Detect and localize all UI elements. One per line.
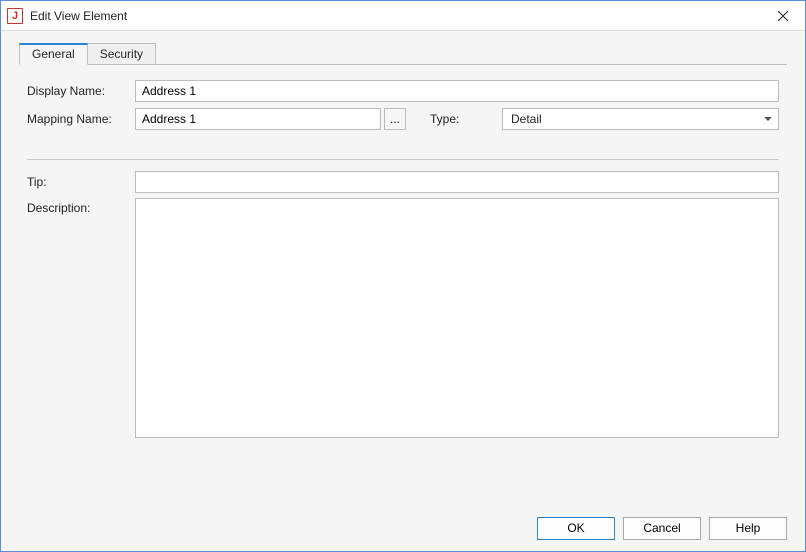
label-mapping-name: Mapping Name: xyxy=(27,112,135,126)
tab-security-label: Security xyxy=(100,47,143,61)
tab-strip: General Security xyxy=(19,43,787,65)
description-input[interactable] xyxy=(135,198,779,438)
label-tip: Tip: xyxy=(27,175,135,189)
mapping-name-input[interactable] xyxy=(135,108,381,130)
dialog-window: J Edit View Element General Security Dis… xyxy=(0,0,806,552)
tip-input[interactable] xyxy=(135,171,779,193)
tab-general[interactable]: General xyxy=(19,43,88,65)
row-display-name: Display Name: xyxy=(27,79,779,103)
app-icon: J xyxy=(7,8,23,24)
type-select[interactable]: Detail xyxy=(502,108,779,130)
close-button[interactable] xyxy=(761,1,805,31)
cancel-button[interactable]: Cancel xyxy=(623,517,701,540)
cancel-button-label: Cancel xyxy=(643,521,680,535)
row-mapping-name: Mapping Name: ... Type: Detail xyxy=(27,107,779,131)
titlebar: J Edit View Element xyxy=(1,1,805,31)
ellipsis-icon: ... xyxy=(390,113,400,125)
mapping-name-browse-button[interactable]: ... xyxy=(384,108,406,130)
app-icon-letter: J xyxy=(12,10,18,22)
row-description: Description: xyxy=(27,198,779,497)
label-type: Type: xyxy=(430,112,476,126)
section-separator xyxy=(27,159,779,160)
label-display-name: Display Name: xyxy=(27,84,135,98)
display-name-input[interactable] xyxy=(135,80,779,102)
row-tip: Tip: xyxy=(27,170,779,194)
tab-security[interactable]: Security xyxy=(87,43,156,65)
help-button-label: Help xyxy=(736,521,761,535)
label-description: Description: xyxy=(27,198,135,215)
tab-general-label: General xyxy=(32,47,75,61)
close-icon xyxy=(778,11,788,21)
dialog-footer: OK Cancel Help xyxy=(1,505,805,551)
ok-button-label: OK xyxy=(567,521,584,535)
window-title: Edit View Element xyxy=(30,9,761,23)
tab-body-general: Display Name: Mapping Name: ... Type: De… xyxy=(19,65,787,505)
help-button[interactable]: Help xyxy=(709,517,787,540)
ok-button[interactable]: OK xyxy=(537,517,615,540)
chevron-down-icon xyxy=(764,117,772,121)
type-select-value: Detail xyxy=(511,112,542,126)
dialog-content: General Security Display Name: Mapping N… xyxy=(1,31,805,505)
